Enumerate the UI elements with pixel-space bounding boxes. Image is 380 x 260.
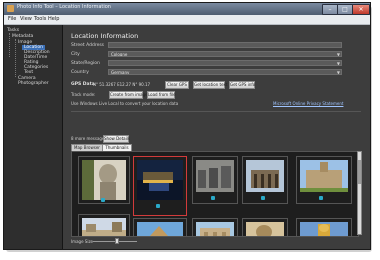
menu-view[interactable]: View [20, 16, 32, 22]
more-messages-label: 8 more messages [71, 136, 107, 141]
statue-photo [82, 160, 126, 200]
night-harbor-photo [137, 160, 183, 200]
tree-item-tasks[interactable]: Tasks [7, 28, 19, 33]
thumbnail[interactable] [192, 218, 238, 236]
checked-icon[interactable] [211, 196, 215, 200]
city-dropdown[interactable]: Cologne ▼ [108, 51, 342, 57]
get-gps-info-button[interactable]: Get GPS info [229, 81, 255, 89]
state-region-dropdown[interactable]: ▼ [108, 60, 342, 66]
memorial-photo [196, 160, 234, 192]
tree-connector [9, 33, 10, 57]
gps-data-value: N° 51.3267 E12.27 N° 90.17 [93, 82, 151, 87]
checked-icon[interactable] [101, 198, 105, 202]
sidebar-tree: Tasks Metadata Image Location Descriptio… [4, 25, 63, 249]
gps-data-label: GPS Data [71, 82, 95, 87]
tree-item-metadata[interactable]: Metadata [12, 34, 33, 39]
street-photo [82, 218, 126, 236]
minimize-icon: – [328, 6, 332, 13]
thumbnail-selected[interactable] [133, 156, 187, 216]
privacy-statement-link[interactable]: Microsoft Online Privacy Statement [273, 101, 343, 106]
maximize-icon: □ [342, 6, 348, 13]
gallery-scrollbar[interactable] [357, 151, 362, 235]
thumbnail[interactable] [296, 218, 352, 236]
city-label: City [71, 52, 80, 57]
close-button[interactable]: ✕ [352, 4, 370, 15]
thumbnail[interactable] [78, 214, 130, 236]
windows-live-note: Use Windows Live Local to convert your l… [71, 101, 179, 106]
tab-map-browser[interactable]: Map Browser [71, 144, 103, 151]
image-size-label: Image Size [71, 239, 94, 244]
thumbnail[interactable] [192, 156, 238, 204]
app-icon [7, 5, 14, 12]
minimize-button[interactable]: – [322, 4, 338, 15]
street-address-field[interactable] [108, 42, 342, 48]
create-from-images-button[interactable]: Create from images [109, 91, 150, 99]
street-address-label: Street Address [71, 43, 105, 48]
chevron-down-icon: ▼ [336, 70, 340, 75]
thumbnail[interactable] [133, 218, 187, 236]
thumbnail[interactable] [296, 156, 352, 204]
title-bar[interactable]: Photo Info Tool – Location Information –… [4, 3, 370, 15]
checked-icon[interactable] [319, 196, 323, 200]
window-title: Photo Info Tool – Location Information [17, 4, 111, 10]
maximize-button[interactable]: □ [337, 4, 353, 15]
tab-thumbnails[interactable]: Thumbnails [102, 144, 132, 151]
tree-item-photographer[interactable]: Photographer [18, 81, 49, 86]
image-size-slider-handle[interactable] [115, 238, 119, 244]
state-region-label: State/Region [71, 61, 100, 66]
thumbnail-gallery [71, 151, 359, 237]
close-icon: ✕ [358, 6, 364, 13]
temple-photo [196, 222, 234, 236]
get-location-text-button[interactable]: Get location text [193, 81, 227, 89]
country-dropdown[interactable]: Germany ▼ [108, 69, 342, 75]
menu-tools[interactable]: Tools [34, 16, 46, 22]
main-panel: Location Information Street Address City… [63, 25, 370, 249]
checked-icon[interactable] [156, 204, 160, 208]
thumbnail[interactable] [78, 156, 130, 204]
country-value: Germany [111, 70, 130, 75]
gate-photo [246, 160, 284, 192]
chevron-down-icon: ▼ [336, 61, 340, 66]
thumbnail[interactable] [242, 218, 288, 236]
checked-icon[interactable] [261, 196, 265, 200]
scrollbar-thumb[interactable] [358, 160, 361, 184]
thumbnail[interactable] [242, 156, 288, 204]
menu-file[interactable]: File [8, 16, 16, 22]
clear-gps-button[interactable]: Clear GPS [165, 81, 189, 89]
app-window: Photo Info Tool – Location Information –… [3, 2, 371, 250]
country-label: Country [71, 70, 89, 75]
load-from-file-button[interactable]: Load from file [147, 91, 176, 99]
track-mode-label: Track mode: [71, 92, 96, 97]
chevron-down-icon: ▼ [336, 52, 340, 57]
section-divider [71, 111, 361, 112]
menu-help[interactable]: Help [48, 16, 59, 22]
tree-connector [15, 39, 16, 77]
menu-bar: File View Tools Help [4, 15, 370, 25]
tree-item-text[interactable]: Text [24, 70, 33, 75]
golden-statue-photo [300, 222, 348, 236]
section-title: Location Information [71, 32, 139, 40]
sphinx-photo [246, 222, 284, 236]
pyramid-photo [137, 222, 183, 236]
city-value: Cologne [111, 52, 128, 57]
show-details-button[interactable]: Show Details [103, 135, 130, 143]
cathedral-photo [300, 160, 348, 192]
